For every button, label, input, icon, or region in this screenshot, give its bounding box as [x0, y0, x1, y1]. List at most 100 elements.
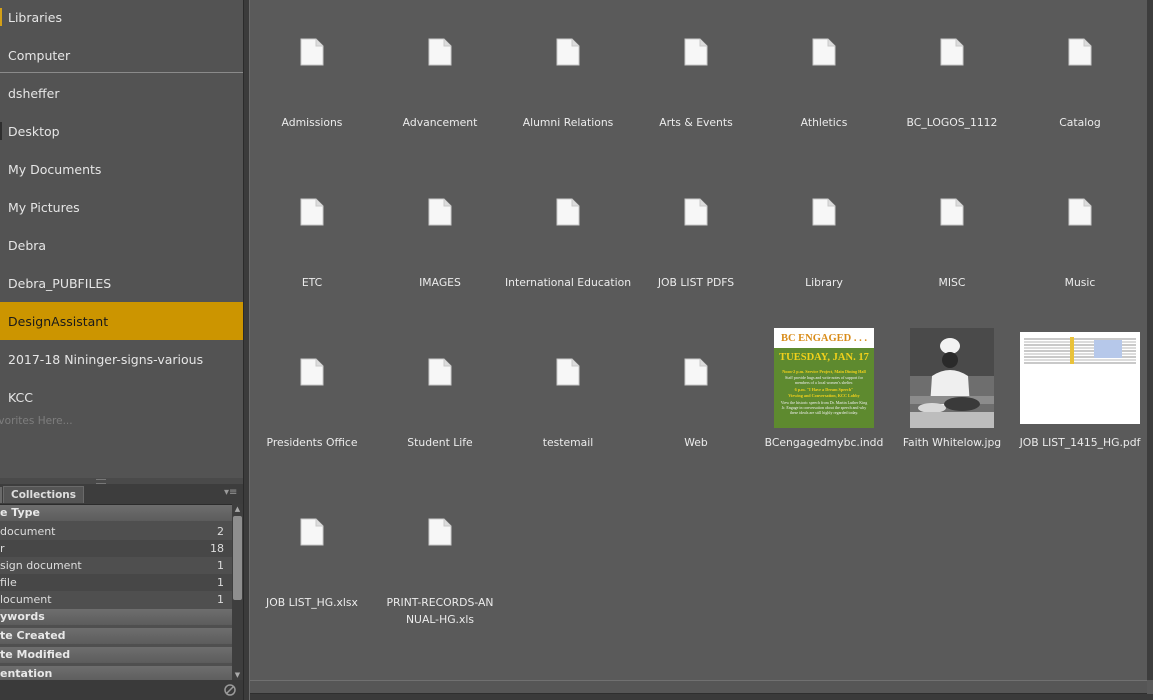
file-thumbnail[interactable]: JOB LIST_1415_HG.pdf — [1016, 320, 1144, 480]
content-hscrollbar[interactable] — [250, 680, 1147, 694]
file-thumbnail[interactable]: testemail — [504, 320, 632, 480]
generic-file-icon — [812, 38, 836, 66]
favorite-marker-icon — [0, 8, 2, 26]
file-thumbnail[interactable]: PRINT-RECORDS-ANNUAL-HG.xls — [376, 480, 504, 640]
file-name-label: Music — [1064, 276, 1096, 289]
favorites-panel: Libraries Computer dsheffer Desktop My Docum… — [0, 0, 243, 478]
file-name-label: Library — [805, 276, 843, 289]
scrollbar-thumb[interactable] — [233, 516, 242, 600]
file-name-label: JOB LIST PDFS — [657, 276, 735, 289]
filter-row[interactable]: sign document 1 — [0, 557, 232, 574]
panel-menu-icon[interactable]: ▾≡ — [224, 487, 237, 498]
favorite-label: My Documents — [8, 161, 102, 177]
file-name-label: BCengagedmybc.indd — [764, 436, 884, 449]
filter-footer — [0, 680, 243, 700]
favorite-item[interactable]: Libraries — [0, 0, 243, 36]
favorite-item[interactable]: DesignAssistant — [0, 302, 243, 340]
generic-file-icon — [428, 198, 452, 226]
favorite-label: DesignAssistant — [8, 313, 109, 329]
file-name-label: JOB LIST_1415_HG.pdf — [1019, 436, 1141, 449]
favorite-item[interactable]: KCC — [0, 378, 243, 416]
file-name-label: MISC — [938, 276, 966, 289]
file-thumbnail[interactable]: Catalog — [1016, 0, 1144, 160]
favorite-item[interactable]: Desktop — [0, 112, 243, 150]
generic-file-icon — [556, 358, 580, 386]
poster-text-line5: Viewing and Conversation, KCC Lobby — [788, 393, 860, 398]
filter-category-date-created[interactable]: te Created — [0, 628, 232, 644]
file-name-label: IMAGES — [419, 276, 461, 289]
favorite-item[interactable]: Debra — [0, 226, 243, 264]
filter-row[interactable]: file 1 — [0, 574, 232, 591]
file-thumbnail[interactable]: MISC — [888, 160, 1016, 320]
file-thumbnail[interactable]: Student Life — [376, 320, 504, 480]
file-thumbnail[interactable]: Alumni Relations — [504, 0, 632, 160]
favorite-item[interactable]: Computer — [0, 36, 243, 74]
favorite-item[interactable]: Debra_PUBFILES — [0, 264, 243, 302]
scroll-up-icon[interactable]: ▲ — [232, 504, 243, 514]
filter-category-label: te Created — [0, 629, 66, 642]
file-thumbnail[interactable]: ETC — [248, 160, 376, 320]
file-name-label: Arts & Events — [659, 116, 733, 129]
tab-collections[interactable]: Collections — [3, 486, 85, 503]
file-thumbnail[interactable]: Music — [1016, 160, 1144, 320]
favorite-item[interactable]: My Documents — [0, 150, 243, 188]
filter-scrollbar[interactable]: ▲ ▼ — [232, 504, 243, 680]
clear-filter-icon[interactable] — [224, 684, 236, 696]
filter-row[interactable]: r 18 — [0, 540, 232, 557]
scroll-down-icon[interactable]: ▼ — [232, 670, 243, 680]
file-name-label: Advancement — [402, 116, 478, 129]
file-thumbnail[interactable]: BC ENGAGED . . . TUESDAY, JAN. 17 Noon-2 p… — [760, 320, 888, 480]
file-thumbnail[interactable]: Arts & Events — [632, 0, 760, 160]
photo-preview — [910, 328, 994, 428]
file-name-label: Alumni Relations — [522, 116, 614, 129]
file-thumbnail[interactable]: Admissions — [248, 0, 376, 160]
file-thumbnail[interactable]: Advancement — [376, 0, 504, 160]
content-grid: Admissions Advancement Alumni Relations Art… — [250, 0, 1147, 680]
file-name-label: Presidents Office — [266, 436, 358, 449]
filter-row-count: 1 — [217, 593, 224, 606]
generic-file-icon — [556, 198, 580, 226]
content-vscrollbar[interactable] — [1147, 0, 1153, 680]
filter-panel: Collections ▾≡ e Type ywords te Created … — [0, 484, 243, 700]
file-thumbnail[interactable]: Web — [632, 320, 760, 480]
file-thumbnail[interactable]: Library — [760, 160, 888, 320]
filter-tab-stub[interactable] — [0, 487, 2, 503]
file-thumbnail[interactable]: International Education — [504, 160, 632, 320]
file-thumbnail[interactable]: BC_LOGOS_1112 — [888, 0, 1016, 160]
file-name-label: Athletics — [800, 116, 848, 129]
generic-file-icon — [300, 518, 324, 546]
favorite-item[interactable]: 2017-18 Nininger-signs-various — [0, 340, 243, 378]
filter-row[interactable]: document 2 — [0, 523, 232, 540]
filter-row-count: 2 — [217, 525, 224, 538]
poster-text-date: TUESDAY, JAN. 17 — [779, 352, 869, 363]
file-thumbnail[interactable]: JOB LIST PDFS — [632, 160, 760, 320]
filter-row[interactable]: locument 1 — [0, 591, 232, 608]
generic-file-icon — [812, 198, 836, 226]
filter-category-keywords[interactable]: ywords — [0, 609, 232, 625]
file-thumbnail[interactable]: IMAGES — [376, 160, 504, 320]
generic-file-icon — [684, 38, 708, 66]
favorite-label: My Pictures — [8, 199, 80, 215]
generic-file-icon — [300, 198, 324, 226]
file-name-label: Web — [684, 436, 708, 449]
generic-file-icon — [428, 518, 452, 546]
favorite-item[interactable]: dsheffer — [0, 74, 243, 112]
file-name-label: International Education — [504, 276, 632, 289]
filter-category-file-type[interactable]: e Type — [0, 505, 232, 521]
favorite-label: dsheffer — [8, 85, 60, 101]
file-thumbnail[interactable]: Athletics — [760, 0, 888, 160]
file-thumbnail[interactable]: Faith Whitelow.jpg — [888, 320, 1016, 480]
file-thumbnail[interactable]: Presidents Office — [248, 320, 376, 480]
filter-row-count: 18 — [210, 542, 224, 555]
file-thumbnail[interactable]: JOB LIST_HG.xlsx — [248, 480, 376, 640]
favorite-item[interactable]: My Pictures — [0, 188, 243, 226]
drag-favorites-hint: avorites Here... — [0, 415, 73, 427]
generic-file-icon — [428, 38, 452, 66]
poster-text-line8: these ideals are still highly regarded t… — [790, 410, 858, 415]
filter-category-label: e Type — [0, 506, 40, 519]
file-name-label: Faith Whitelow.jpg — [902, 436, 1002, 449]
file-name-label: Catalog — [1059, 116, 1101, 129]
filter-category-date-modified[interactable]: te Modified — [0, 647, 232, 663]
filter-row-label: sign document — [0, 559, 82, 572]
generic-file-icon — [300, 38, 324, 66]
